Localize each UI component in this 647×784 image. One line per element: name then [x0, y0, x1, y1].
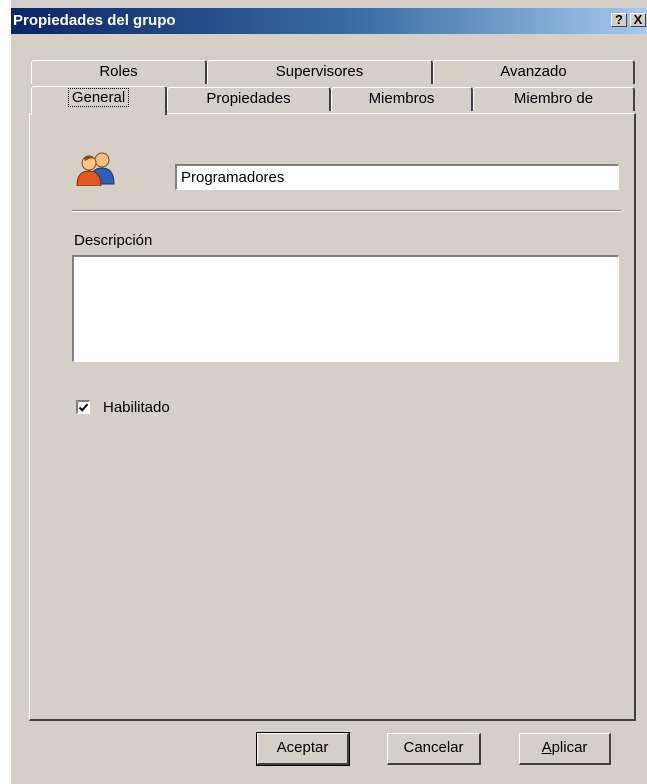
apply-accesskey: A — [541, 739, 552, 756]
description-label: Descripción — [74, 232, 153, 249]
tab-general-label: General — [67, 88, 130, 107]
tab-avanzado[interactable]: Avanzado — [433, 60, 635, 84]
tab-miembros[interactable]: Miembros — [331, 87, 473, 111]
group-properties-dialog: Propiedades del grupo ? X Roles Supervis… — [10, 0, 647, 784]
apply-label-rest: plicar — [551, 739, 588, 756]
title-bar[interactable]: Propiedades del grupo ? X — [11, 8, 647, 34]
separator — [72, 210, 621, 212]
enabled-checkbox[interactable] — [76, 400, 90, 414]
tab-general[interactable]: General — [31, 86, 167, 115]
enabled-label[interactable]: Habilitado — [103, 399, 170, 416]
tab-miembro-de[interactable]: Miembro de — [473, 87, 635, 111]
group-name-input[interactable]: Programadores — [175, 164, 619, 190]
general-tab-panel: Programadores Descripción Habilitado — [29, 113, 636, 721]
tab-supervisores[interactable]: Supervisores — [207, 60, 433, 84]
cancel-button[interactable]: Cancelar — [387, 733, 481, 765]
apply-button[interactable]: Aplicar — [519, 733, 611, 765]
users-group-icon — [76, 152, 115, 186]
window-title: Propiedades del grupo — [13, 12, 176, 29]
tab-propiedades[interactable]: Propiedades — [167, 87, 331, 111]
checkmark-icon — [78, 403, 89, 412]
ok-button[interactable]: Aceptar — [256, 732, 350, 766]
description-textarea[interactable] — [72, 255, 619, 362]
help-button[interactable]: ? — [611, 13, 627, 27]
tab-roles[interactable]: Roles — [31, 60, 207, 84]
close-button[interactable]: X — [630, 13, 646, 27]
